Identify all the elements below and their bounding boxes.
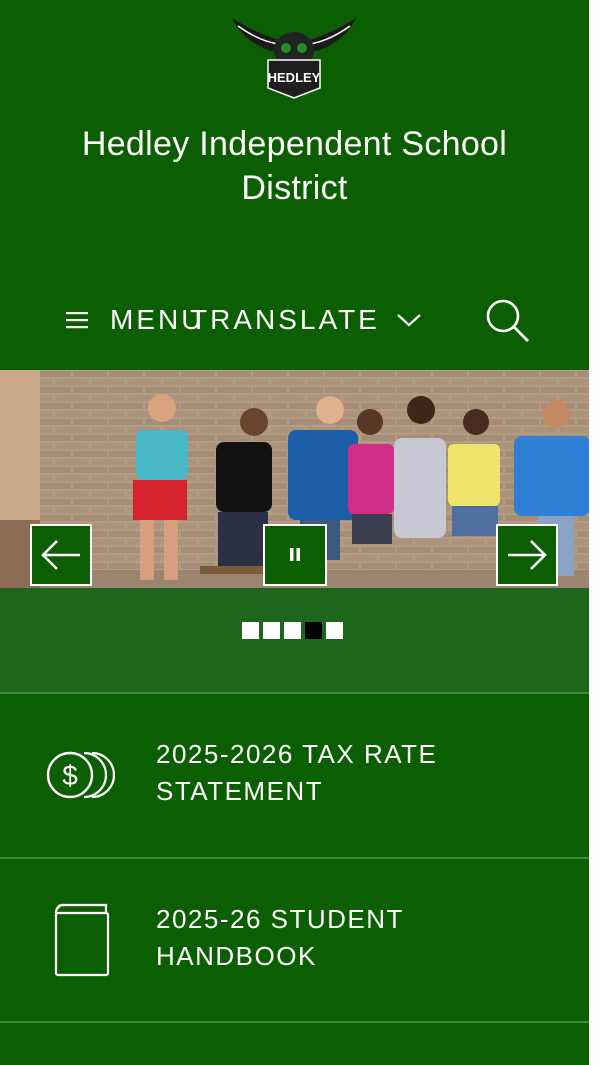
carousel-dot-3[interactable] — [284, 622, 301, 639]
site-title-line-1: Hedley Independent School — [81, 125, 508, 163]
carousel-dot-4[interactable] — [305, 622, 322, 639]
site-header: HEDLEY Hedley Independent School Distric… — [0, 0, 589, 370]
owl-mascot-logo-icon[interactable]: HEDLEY — [228, 10, 360, 102]
quick-link-label-line-1: 2025-2026 TAX RATE — [156, 739, 438, 769]
arrow-left-icon — [41, 540, 80, 570]
quick-link-label-line-2: HANDBOOK — [156, 941, 317, 971]
quick-link-label-line-2: STATEMENT — [156, 776, 324, 806]
quick-link-label-line-1: 2025-26 STUDENT — [156, 904, 404, 934]
chevron-down-icon — [397, 314, 421, 327]
translate-label: TRANSLATE — [190, 304, 380, 335]
book-icon — [54, 903, 110, 977]
carousel-dot-5[interactable] — [326, 622, 343, 639]
hero-carousel — [0, 370, 589, 588]
site-title[interactable]: Hedley Independent School District — [30, 122, 559, 210]
quick-link-label: 2025-2026 TAX RATE STATEMENT — [156, 736, 437, 810]
quick-link-label: 2025-26 STUDENT HANDBOOK — [156, 901, 404, 975]
carousel-dot-1[interactable] — [242, 622, 259, 639]
carousel-dot-2[interactable] — [263, 622, 280, 639]
pause-icon — [290, 548, 300, 561]
search-icon[interactable] — [482, 296, 532, 344]
translate-button[interactable]: TRANSLATE — [190, 298, 422, 342]
carousel-pagination — [242, 622, 343, 639]
carousel-pagination-band — [0, 588, 589, 692]
main-nav-bar: MENU TRANSLATE — [0, 292, 589, 348]
hamburger-icon — [66, 312, 88, 329]
page-edge — [589, 0, 600, 1065]
svg-text:$: $ — [62, 760, 78, 791]
site-title-line-2: District — [241, 169, 348, 207]
carousel-prev-button[interactable] — [30, 524, 92, 586]
quick-link-tax-rate[interactable]: $ 2025-2026 TAX RATE STATEMENT — [0, 692, 589, 858]
carousel-next-button[interactable] — [496, 524, 558, 586]
quick-link-next-partial[interactable] — [0, 1021, 589, 1065]
carousel-pause-button[interactable] — [263, 524, 327, 586]
quick-link-student-handbook[interactable]: 2025-26 STUDENT HANDBOOK — [0, 857, 589, 1022]
arrow-right-icon — [508, 540, 547, 570]
coins-icon: $ — [46, 751, 116, 799]
logo-text: HEDLEY — [268, 70, 321, 85]
menu-button[interactable]: MENU — [66, 298, 204, 342]
